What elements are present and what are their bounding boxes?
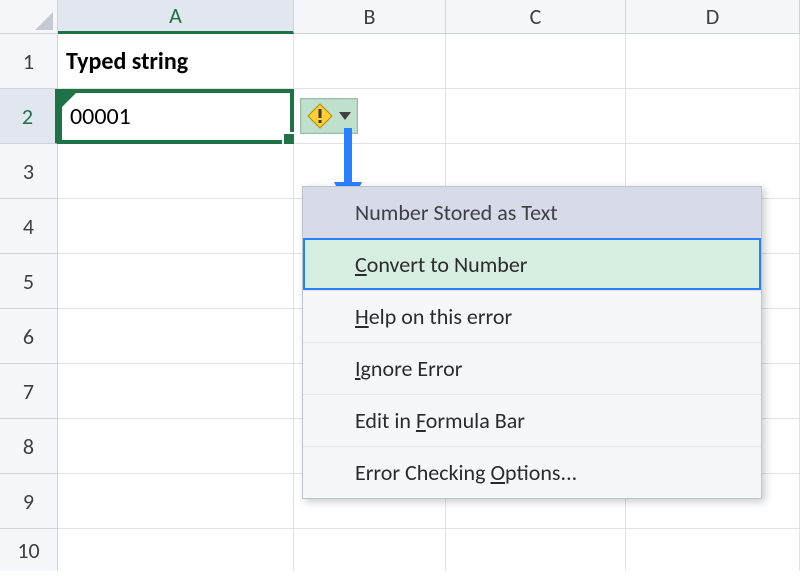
row-header-7[interactable]: 7 xyxy=(0,364,58,419)
menu-item-edit-in-formula-bar[interactable]: Edit in Formula Bar xyxy=(303,394,761,446)
row-header-3[interactable]: 3 xyxy=(0,144,58,199)
warning-icon xyxy=(307,103,333,129)
row-header-4[interactable]: 4 xyxy=(0,199,58,254)
cell-A2[interactable]: 00001 xyxy=(58,89,294,144)
cell-A1[interactable]: Typed string xyxy=(58,34,294,89)
cell-C2[interactable] xyxy=(446,89,626,144)
row-header-6[interactable]: 6 xyxy=(0,309,58,364)
column-header-D[interactable]: D xyxy=(626,0,800,34)
cell-C10[interactable] xyxy=(446,529,626,571)
cell-D1[interactable] xyxy=(626,34,800,89)
row-header-10[interactable]: 10 xyxy=(0,529,58,571)
column-header-A[interactable]: A xyxy=(58,0,294,34)
menu-item-ignore-error[interactable]: Ignore Error xyxy=(303,342,761,394)
cell-A5[interactable] xyxy=(58,254,294,309)
cell-A7[interactable] xyxy=(58,364,294,419)
cell-D2[interactable] xyxy=(626,89,800,144)
select-all-triangle-icon xyxy=(35,12,53,30)
cell-A8[interactable] xyxy=(58,419,294,474)
row-header-2[interactable]: 2 xyxy=(0,89,58,144)
row-header-8[interactable]: 8 xyxy=(0,419,58,474)
column-header-B[interactable]: B xyxy=(294,0,446,34)
cell-A6[interactable] xyxy=(58,309,294,364)
cell-A4[interactable] xyxy=(58,199,294,254)
menu-item-error-checking-options[interactable]: Error Checking Options... xyxy=(303,446,761,498)
cell-A3[interactable] xyxy=(58,144,294,199)
cell-A9[interactable] xyxy=(58,474,294,529)
menu-item-convert-to-number[interactable]: Convert to Number xyxy=(303,238,761,290)
error-context-menu: Number Stored as Text Convert to Number … xyxy=(302,186,762,499)
column-header-row: A B C D xyxy=(0,0,800,34)
cell-A10[interactable] xyxy=(58,529,294,571)
select-all-corner[interactable] xyxy=(0,0,58,34)
row-header-5[interactable]: 5 xyxy=(0,254,58,309)
cell-D10[interactable] xyxy=(626,529,800,571)
error-indicator-button[interactable] xyxy=(300,98,358,134)
dropdown-caret-icon xyxy=(339,112,351,120)
menu-item-help-on-this-error[interactable]: Help on this error xyxy=(303,290,761,342)
row-header-1[interactable]: 1 xyxy=(0,34,58,89)
spreadsheet-viewport: A B C D 1 Typed string 2 00001 3 4 5 xyxy=(0,0,800,586)
cell-B10[interactable] xyxy=(294,529,446,571)
column-header-C[interactable]: C xyxy=(446,0,626,34)
row-header-9[interactable]: 9 xyxy=(0,474,58,529)
cell-C1[interactable] xyxy=(446,34,626,89)
menu-header-number-stored-as-text: Number Stored as Text xyxy=(303,187,761,238)
cell-B1[interactable] xyxy=(294,34,446,89)
